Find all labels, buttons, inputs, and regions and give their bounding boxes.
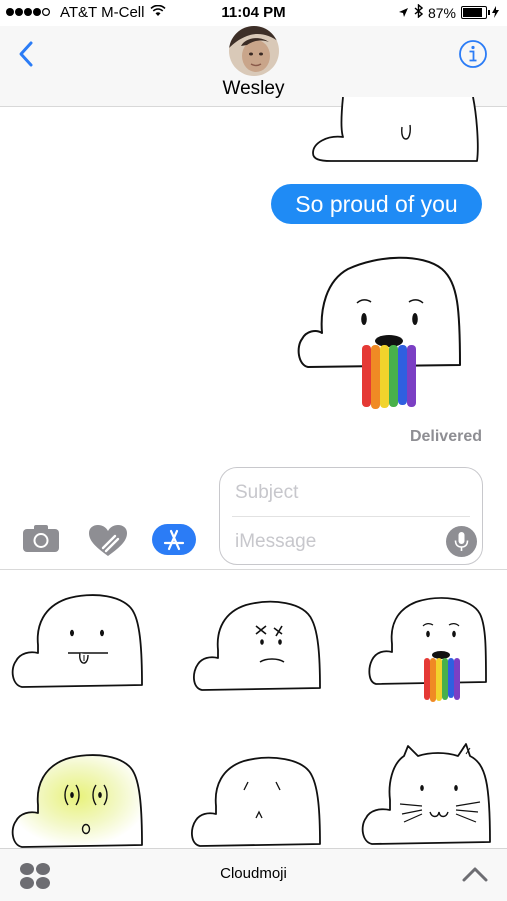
- sticker-rainbow-vomit[interactable]: [368, 596, 496, 706]
- back-button[interactable]: [12, 39, 42, 69]
- sticker-drawer-grid: [0, 570, 507, 848]
- app-store-button[interactable]: [152, 524, 196, 555]
- microphone-button[interactable]: [446, 526, 477, 557]
- message-thread[interactable]: So proud of you Delivered: [0, 97, 507, 457]
- charging-icon: [492, 5, 499, 21]
- sticker-message-cloud-partial[interactable]: [305, 97, 485, 167]
- battery-percent: 87%: [427, 4, 456, 21]
- bluetooth-icon: [414, 3, 424, 21]
- camera-button[interactable]: [22, 524, 60, 554]
- sticker-glowing-surprised[interactable]: [10, 753, 150, 848]
- sticker-cat[interactable]: [360, 742, 500, 848]
- battery-icon: [461, 6, 490, 19]
- digital-touch-button[interactable]: [88, 524, 128, 558]
- field-divider: [232, 516, 470, 517]
- sticker-tongue-out[interactable]: [10, 593, 150, 693]
- status-bar: AT&T M-Cell 11:04 PM 87%: [0, 0, 507, 26]
- sticker-message-rainbow-cloud[interactable]: [292, 247, 472, 417]
- message-input-box[interactable]: Subject iMessage: [219, 467, 483, 565]
- app-store-icon: [152, 524, 196, 555]
- info-button[interactable]: [458, 39, 488, 69]
- microphone-icon: [454, 532, 469, 551]
- contact-avatar[interactable]: [229, 26, 279, 76]
- app-drawer-bar: Cloudmoji: [0, 848, 507, 901]
- heart-scribble-icon: [89, 525, 127, 556]
- sent-message-bubble[interactable]: So proud of you: [271, 184, 482, 224]
- chevron-left-icon: [19, 41, 33, 67]
- conversation-header: Wesley: [0, 26, 507, 107]
- location-arrow-icon: [398, 5, 409, 21]
- expand-drawer-button[interactable]: [461, 863, 489, 885]
- sticker-sad[interactable]: [190, 756, 328, 848]
- camera-icon: [23, 525, 59, 552]
- subject-field[interactable]: Subject: [235, 482, 298, 504]
- sticker-angry[interactable]: [192, 600, 327, 695]
- delivery-status: Delivered: [409, 428, 482, 445]
- chevron-up-icon: [462, 867, 488, 882]
- imessage-field[interactable]: iMessage: [235, 531, 316, 553]
- status-right: 87%: [398, 3, 499, 21]
- info-icon: [459, 40, 487, 68]
- compose-bar: Subject iMessage: [0, 457, 507, 570]
- active-app-name: Cloudmoji: [220, 865, 287, 882]
